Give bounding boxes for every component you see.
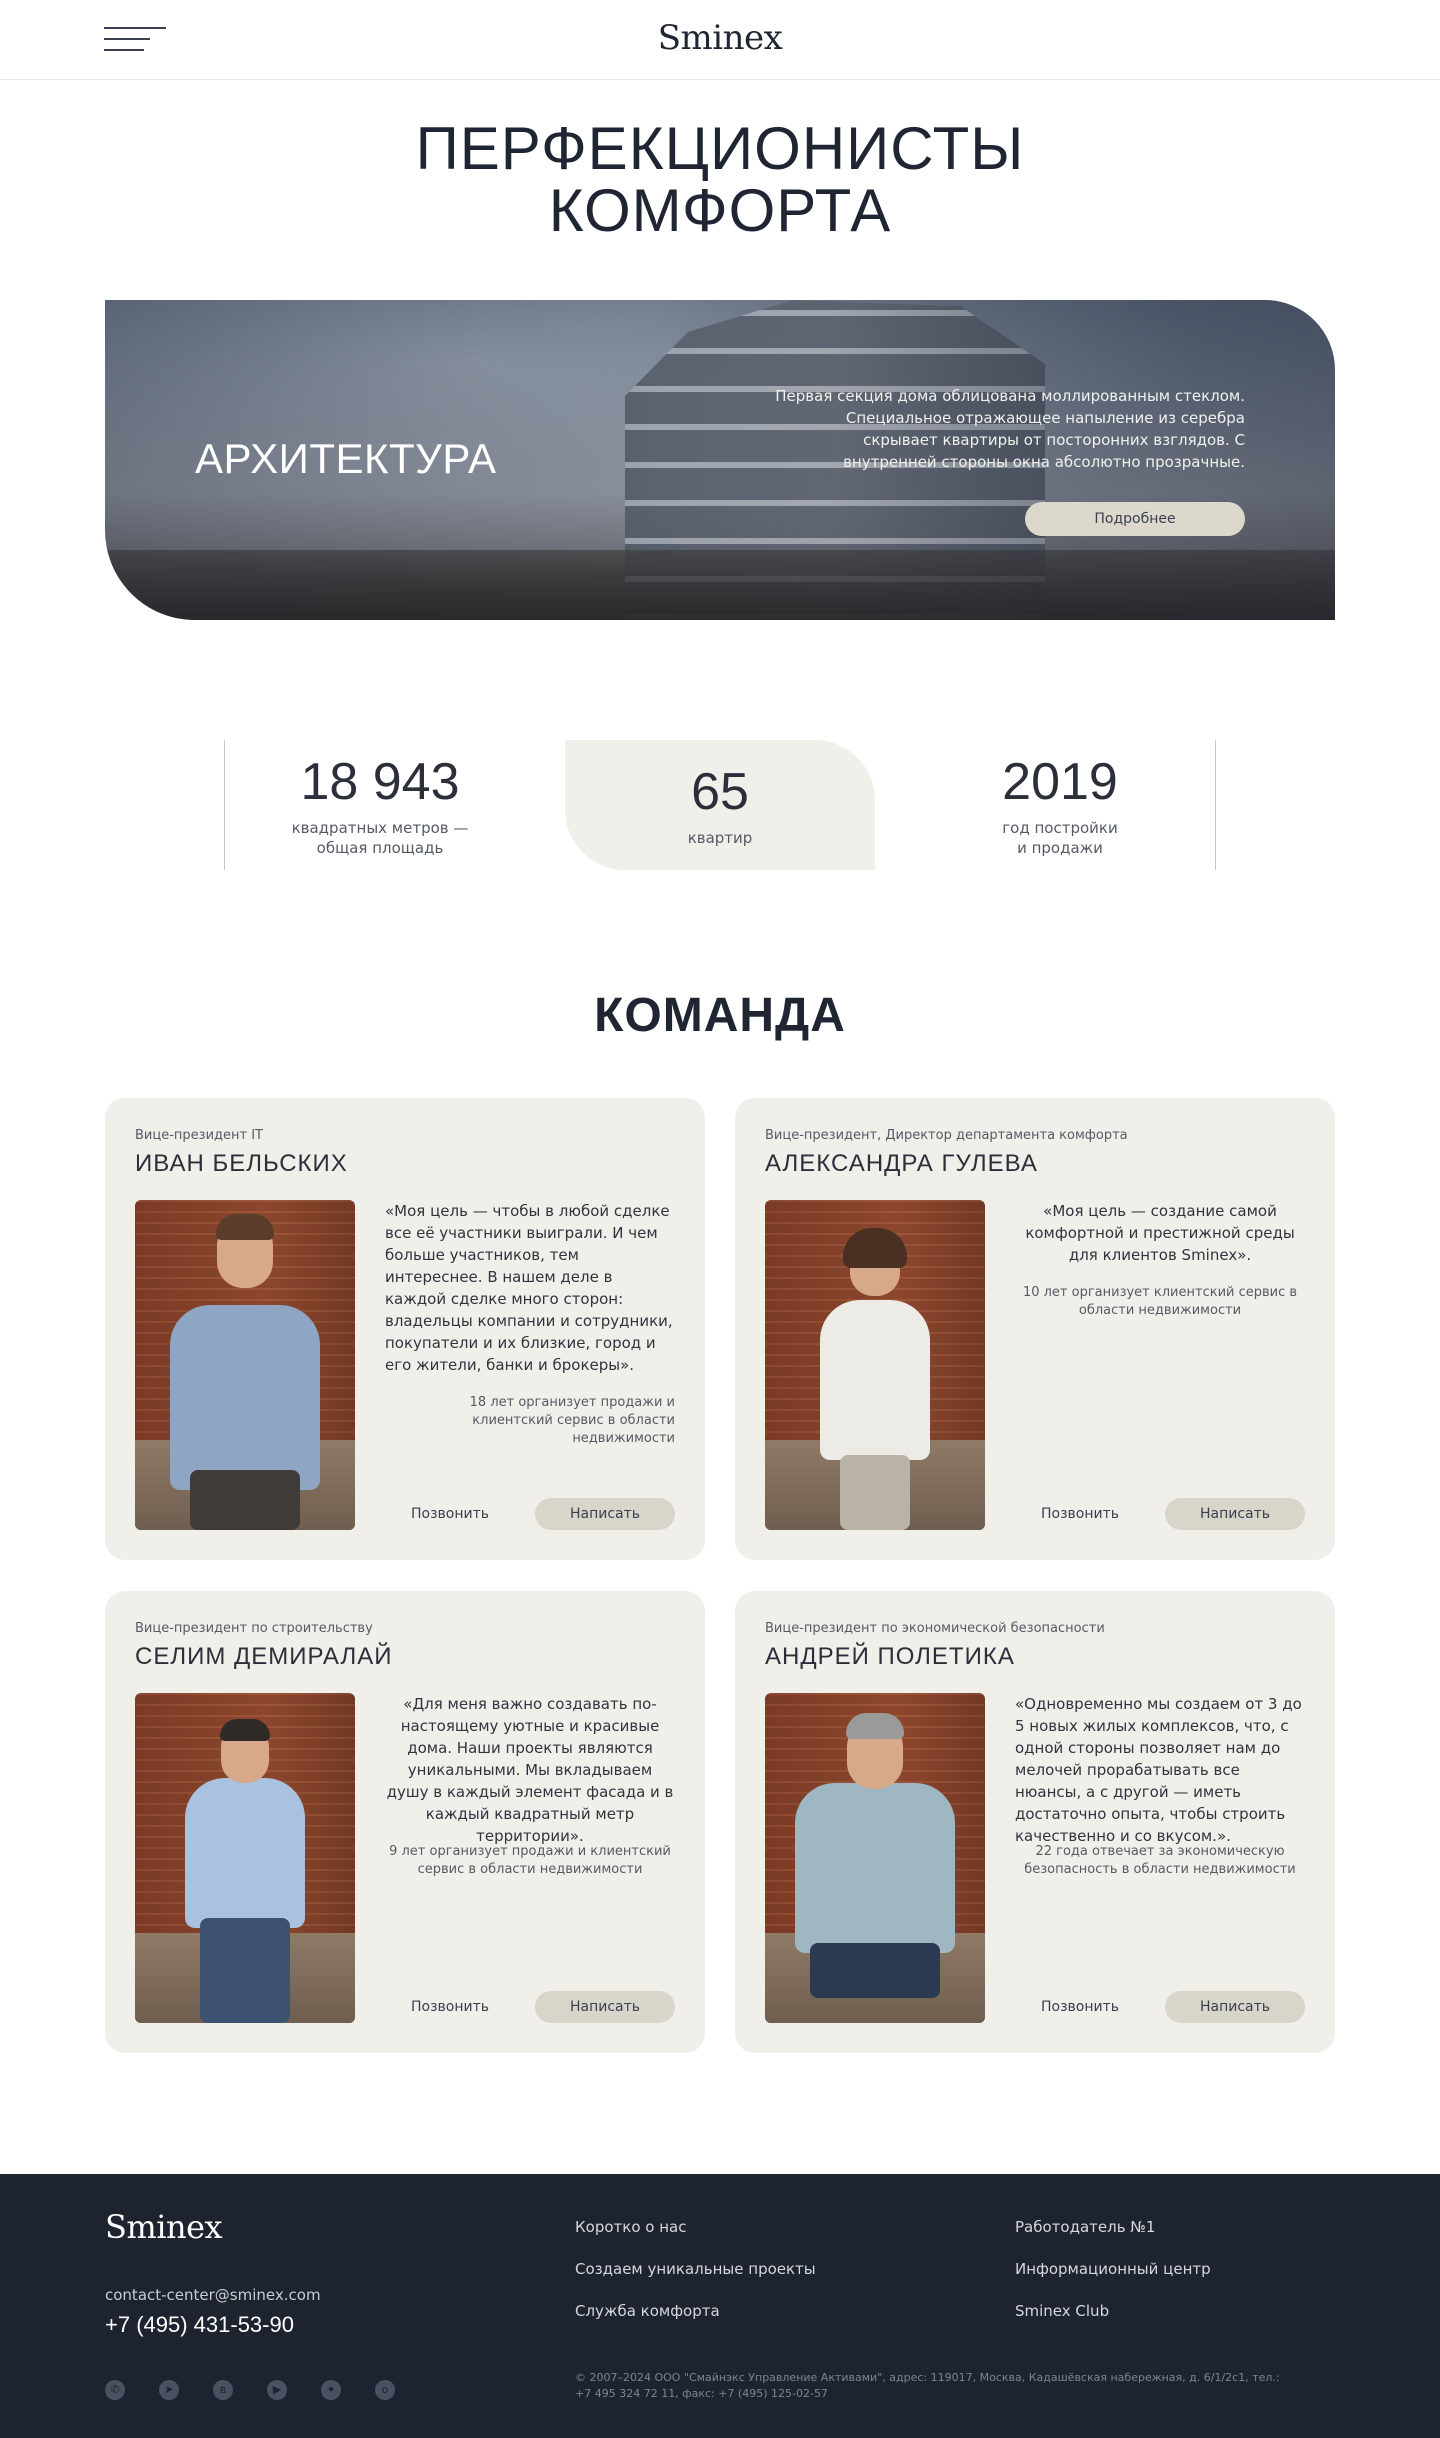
member-note: 22 года отвечает за экономическую безопа… (1024, 1844, 1296, 1877)
member-name: АНДРЕЙ ПОЛЕТИКА (765, 1643, 1015, 1670)
stat-divider (1215, 740, 1216, 870)
stat-year-label-line2: и продажи (1017, 839, 1103, 857)
stat-area-label: квадратных метров — общая площадь (260, 818, 500, 858)
footer-email-link[interactable]: contact-center@sminex.com (105, 2286, 321, 2304)
photo-hair (846, 1713, 904, 1739)
stat-area-value: 18 943 (300, 753, 460, 811)
member-photo (135, 1200, 355, 1530)
footer-links-col2: Работодатель №1 Информационный центр Smi… (1015, 2218, 1211, 2344)
stat-year-value: 2019 (1002, 753, 1118, 811)
zen-icon[interactable]: ✦ (321, 2380, 341, 2400)
call-button[interactable]: Позвонить (385, 1498, 515, 1530)
footer-link-comfort-service[interactable]: Служба комфорта (575, 2302, 816, 2320)
photo-torso (820, 1300, 930, 1460)
footer-socials: ✆ ➤ в ▶ ✦ о (105, 2380, 395, 2400)
stat-area-label-line1: квадратных метров — (291, 819, 469, 837)
footer-link-club[interactable]: Sminex Club (1015, 2302, 1211, 2320)
stat-apartments-label: квартир (687, 829, 753, 847)
photo-hair (220, 1719, 270, 1741)
team-card: Вице-президент по строительству СЕЛИМ ДЕ… (105, 1591, 705, 2053)
footer-link-employer[interactable]: Работодатель №1 (1015, 2218, 1211, 2236)
member-name: ИВАН БЕЛЬСКИХ (135, 1150, 348, 1177)
member-quote: «Моя цель — чтобы в любой сделке все её … (385, 1202, 673, 1374)
whatsapp-icon[interactable]: ✆ (105, 2380, 125, 2400)
member-name: АЛЕКСАНДРА ГУЛЕВА (765, 1150, 1038, 1177)
photo-hair (843, 1228, 907, 1268)
photo-legs (840, 1455, 910, 1530)
footer-logo[interactable]: Sminex (105, 2208, 223, 2246)
odnoklassniki-icon[interactable]: о (375, 2380, 395, 2400)
member-role: Вице-президент по строительству (135, 1621, 373, 1636)
footer-link-projects[interactable]: Создаем уникальные проекты (575, 2260, 816, 2278)
site-logo[interactable]: Sminex (0, 18, 1440, 58)
member-note: 9 лет организует продажи и клиентский се… (389, 1844, 671, 1877)
site-footer: Sminex contact-center@sminex.com +7 (495… (0, 2174, 1440, 2438)
photo-torso (185, 1778, 305, 1928)
stat-year-label-line1: год постройки (1002, 819, 1118, 837)
stat-apartments: 65 квартир (565, 740, 875, 870)
banner-title: АРХИТЕКТУРА (195, 435, 497, 482)
member-photo (765, 1693, 985, 2023)
write-button[interactable]: Написать (535, 1498, 675, 1530)
photo-legs (190, 1470, 300, 1530)
call-button[interactable]: Позвонить (385, 1991, 515, 2023)
write-button[interactable]: Написать (535, 1991, 675, 2023)
member-quote: «Одновременно мы создаем от 3 до 5 новых… (1015, 1695, 1302, 1845)
member-quote: «Моя цель — создание самой комфортной и … (1025, 1202, 1295, 1264)
member-quote: «Для меня важно создавать по-настоящему … (386, 1695, 674, 1845)
member-note: 10 лет организует клиентский сервис в об… (1022, 1285, 1298, 1318)
stat-area: 18 943 квадратных метров — общая площадь (260, 740, 500, 870)
vk-icon[interactable]: в (213, 2380, 233, 2400)
site-header: Sminex (0, 0, 1440, 80)
stat-apartments-value: 65 (691, 763, 749, 821)
write-button[interactable]: Написать (1165, 1498, 1305, 1530)
team-card: Вице-президент, Директор департамента ко… (735, 1098, 1335, 1560)
member-photo (135, 1693, 355, 2023)
stat-divider (224, 740, 225, 870)
youtube-icon[interactable]: ▶ (267, 2380, 287, 2400)
photo-legs (810, 1943, 940, 1998)
footer-link-about[interactable]: Коротко о нас (575, 2218, 816, 2236)
member-role: Вице-президент, Директор департамента ко… (765, 1128, 1128, 1143)
call-button[interactable]: Позвонить (1015, 1991, 1145, 2023)
page-title-line2: КОМФОРТА (548, 177, 892, 244)
telegram-icon[interactable]: ➤ (159, 2380, 179, 2400)
member-role: Вице-президент IT (135, 1128, 263, 1143)
page-title: ПЕРФЕКЦИОНИСТЫ КОМФОРТА (0, 118, 1440, 242)
call-button[interactable]: Позвонить (1015, 1498, 1145, 1530)
team-card: Вице-президент IT ИВАН БЕЛЬСКИХ «Моя цел… (105, 1098, 705, 1560)
photo-torso (170, 1305, 320, 1490)
member-role: Вице-президент по экономической безопасн… (765, 1621, 1105, 1636)
write-button[interactable]: Написать (1165, 1991, 1305, 2023)
stat-year-label: год постройки и продажи (940, 818, 1180, 858)
stat-area-label-line2: общая площадь (316, 839, 444, 857)
photo-hair (216, 1214, 274, 1240)
member-note: 18 лет организует продажи и клиентский с… (469, 1395, 675, 1446)
stat-year: 2019 год постройки и продажи (940, 740, 1180, 870)
member-photo (765, 1200, 985, 1530)
footer-links-col1: Коротко о нас Создаем уникальные проекты… (575, 2218, 816, 2344)
footer-copyright: © 2007–2024 ООО "Смайнэкс Управление Акт… (575, 2371, 1280, 2400)
photo-torso (795, 1783, 955, 1953)
banner-more-button[interactable]: Подробнее (1025, 502, 1245, 536)
footer-phone-link[interactable]: +7 (495) 431-53-90 (105, 2312, 294, 2338)
architecture-banner: АРХИТЕКТУРА Первая секция дома облицован… (105, 300, 1335, 620)
team-title: КОМАНДА (594, 989, 846, 1042)
banner-description: Первая секция дома облицована моллирован… (775, 387, 1245, 471)
page-title-line1: ПЕРФЕКЦИОНИСТЫ (415, 115, 1025, 182)
footer-link-info-center[interactable]: Информационный центр (1015, 2260, 1211, 2278)
team-card: Вице-президент по экономической безопасн… (735, 1591, 1335, 2053)
member-name: СЕЛИМ ДЕМИРАЛАЙ (135, 1643, 393, 1670)
photo-legs (200, 1918, 290, 2023)
